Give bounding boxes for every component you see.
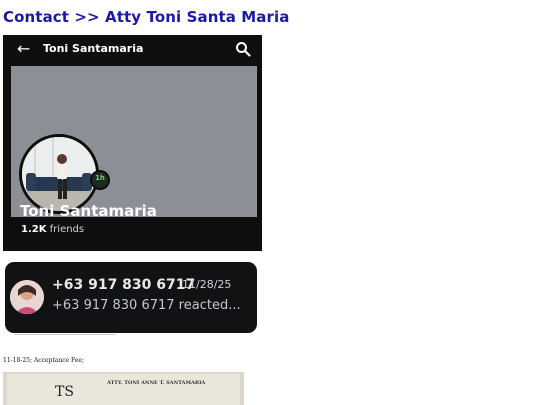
search-icon[interactable] — [235, 41, 251, 57]
back-arrow-icon[interactable]: ← — [17, 40, 30, 58]
profile-name: Toni Santamaria — [20, 202, 157, 220]
friends-number: 1.2K — [21, 224, 47, 235]
document-preview: TS ATTY. TONI ANNE T. SANTAMARIA — [3, 372, 244, 405]
document-paper: TS ATTY. TONI ANNE T. SANTAMARIA — [7, 374, 240, 405]
profile-screenshot: ← Toni Santamaria 1h Toni Santamaria 1.2… — [3, 35, 262, 251]
notification-screenshot: +63 917 830 6717 11/28/25 +63 917 830 67… — [5, 262, 257, 333]
profile-header-name: Toni Santamaria — [43, 42, 144, 55]
friends-count[interactable]: 1.2K friends — [21, 224, 84, 235]
active-time: 1h — [95, 174, 105, 182]
document-caption: 11-18-25; Acceptance Fee; — [3, 357, 84, 364]
notification-avatar — [10, 280, 44, 314]
notification-date: 11/28/25 — [182, 278, 232, 291]
notification-phone: +63 917 830 6717 — [52, 277, 196, 293]
page-title: Contact >> Atty Toni Santa Maria — [3, 8, 290, 26]
notification-message: +63 917 830 6717 reacted... — [52, 298, 241, 313]
divider — [14, 334, 116, 335]
friends-label: friends — [49, 224, 85, 235]
document-logo: TS — [55, 384, 74, 400]
profile-topbar: ← Toni Santamaria — [3, 35, 262, 65]
active-status-badge: 1h — [90, 170, 110, 190]
document-header: ATTY. TONI ANNE T. SANTAMARIA — [107, 380, 206, 386]
